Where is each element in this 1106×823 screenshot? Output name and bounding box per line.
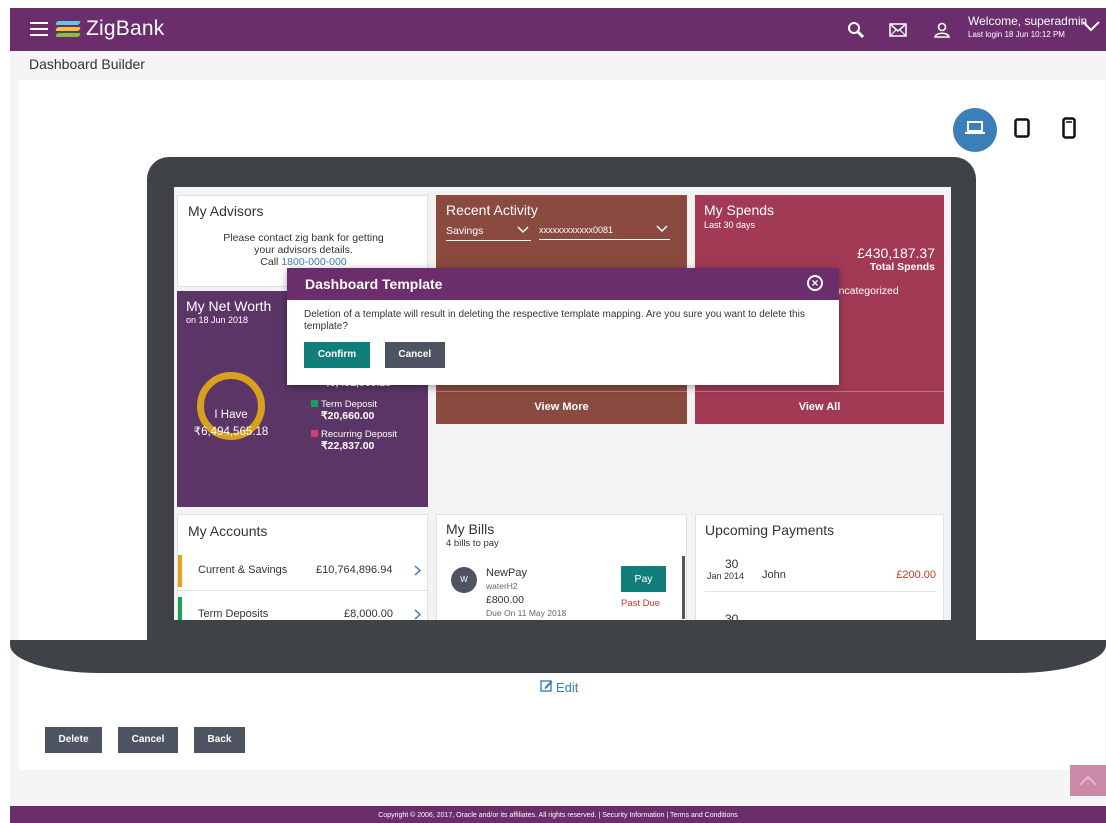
brand-name: ZigBank: [86, 17, 165, 40]
net-worth-item-label: Recurring Deposit: [321, 429, 398, 440]
bills-title: My Bills: [446, 521, 495, 537]
advisors-line2: your advisors details.: [254, 244, 353, 256]
advisors-line1: Please contact zig bank for getting: [223, 232, 384, 244]
cancel-button[interactable]: Cancel: [118, 727, 178, 753]
delete-button[interactable]: Delete: [45, 727, 102, 753]
net-worth-item-value: ₹20,660.00: [321, 409, 375, 422]
chevron-down-icon: [656, 225, 668, 235]
bills-scrollbar[interactable]: [682, 556, 685, 619]
recent-activity-title: Recent Activity: [446, 202, 538, 218]
tablet-view-button[interactable]: [1000, 108, 1044, 152]
footer: Copyright © 2006, 2017, Oracle and/or it…: [10, 806, 1106, 823]
mobile-view-button[interactable]: [1047, 108, 1091, 152]
back-button[interactable]: Back: [194, 727, 245, 753]
desktop-view-button[interactable]: [953, 108, 997, 152]
dialog-body: Deletion of a template will result in de…: [287, 300, 839, 377]
view-more-link[interactable]: View More: [436, 401, 687, 413]
mobile-icon: [1062, 116, 1076, 144]
spends-title: My Spends: [704, 202, 775, 218]
account-row-value: £8,000.00: [344, 608, 393, 620]
dashboard-preview-screen: My Advisors Please contact zig bank for …: [174, 187, 951, 620]
payment-row[interactable]: 30 Jan 2014 John £200.00: [696, 557, 943, 600]
welcome-text: Welcome, superadmin: [968, 14, 1088, 28]
user-icon[interactable]: [930, 18, 954, 42]
edit-label: Edit: [556, 679, 579, 695]
payment-amount: £200.00: [896, 569, 936, 581]
page-title: Dashboard Builder: [29, 56, 145, 72]
account-number-value: xxxxxxxxxxxx0081: [539, 225, 614, 235]
payment-month-year: Jan 2014: [707, 571, 745, 581]
chevron-up-icon: [1079, 774, 1097, 792]
payment-day: 30: [725, 557, 739, 571]
brand[interactable]: ZigBank: [54, 17, 165, 41]
upcoming-payments-widget: Upcoming Payments 30 Jan 2014 John £200.…: [695, 514, 944, 620]
bill-amount: £800.00: [486, 594, 524, 606]
spends-category: Uncategorized: [831, 285, 899, 297]
edit-icon: [540, 679, 553, 695]
search-icon[interactable]: [844, 18, 868, 42]
mail-icon[interactable]: [886, 18, 910, 42]
last-login-text: Last login 18 Jun 10:12 PM: [968, 30, 1065, 39]
accounts-title: My Accounts: [188, 523, 268, 539]
footer-text: Copyright © 2006, 2017, Oracle and/or it…: [378, 812, 738, 819]
net-worth-item: Recurring Deposit ₹22,837.00: [311, 429, 397, 452]
net-worth-item-value: ₹22,837.00: [321, 439, 375, 452]
account-row[interactable]: Term Deposits £8,000.00: [178, 597, 427, 620]
spends-amount: £430,187.37: [857, 245, 935, 261]
chevron-down-icon[interactable]: [1082, 19, 1100, 37]
dialog-header: Dashboard Template ×: [287, 268, 839, 300]
menu-icon[interactable]: [30, 22, 48, 36]
close-icon[interactable]: ×: [807, 275, 823, 291]
bills-subtitle: 4 bills to pay: [446, 538, 499, 549]
bill-status: Past Due: [621, 598, 661, 609]
upcoming-payments-title: Upcoming Payments: [705, 522, 835, 538]
app-header: ZigBank Welcome, superadmin Last login 1…: [10, 8, 1106, 51]
net-worth-item: Term Deposit ₹20,660.00: [311, 399, 377, 422]
chevron-down-icon: [517, 225, 529, 237]
laptop-preview-base: [10, 640, 1106, 673]
account-type-select[interactable]: Savings: [446, 225, 531, 241]
desktop-icon: [965, 120, 985, 140]
chevron-right-icon: [414, 563, 422, 581]
payment-payee: John: [762, 569, 786, 581]
advisors-phone-link[interactable]: 1800-000-000: [281, 256, 346, 268]
account-row-label: Term Deposits: [198, 608, 269, 620]
zigbank-logo-icon: [54, 19, 82, 39]
bill-due-date: Due On 11 May 2018: [486, 608, 567, 618]
edit-link[interactable]: Edit: [540, 679, 578, 695]
chevron-right-icon: [414, 607, 422, 620]
tablet-icon: [1014, 117, 1030, 143]
dialog-message: Deletion of a template will result in de…: [304, 309, 805, 332]
advisors-title: My Advisors: [188, 203, 264, 219]
spends-amount-label: Total Spends: [869, 261, 935, 273]
net-worth-center-label: I Have: [214, 409, 248, 421]
dialog-cancel-button[interactable]: Cancel: [384, 342, 445, 368]
view-all-link[interactable]: View All: [695, 401, 944, 413]
net-worth-date: on 18 Jun 2018: [186, 315, 249, 325]
spends-period: Last 30 days: [704, 220, 756, 230]
biller-avatar: W: [451, 567, 477, 593]
bills-widget: My Bills 4 bills to pay W NewPay waterH2…: [436, 514, 687, 620]
pay-button[interactable]: Pay: [621, 566, 666, 592]
account-number-select[interactable]: xxxxxxxxxxxx0081: [539, 225, 670, 240]
dashboard-template-dialog: Dashboard Template × Deletion of a templ…: [287, 268, 839, 385]
net-worth-center-value: ₹6,494,565.18: [193, 426, 269, 438]
account-row[interactable]: Current & Savings £10,764,896.94: [178, 555, 427, 591]
welcome-block[interactable]: Welcome, superadmin Last login 18 Jun 10…: [968, 15, 1087, 41]
bill-payee: NewPay: [486, 567, 527, 579]
advisors-call-label: Call: [260, 256, 282, 268]
accounts-widget: My Accounts Current & Savings £10,764,89…: [177, 514, 428, 620]
account-row-label: Current & Savings: [198, 564, 288, 576]
payment-day: 30: [725, 612, 739, 620]
net-worth-title: My Net Worth: [186, 298, 272, 314]
account-type-value: Savings: [446, 225, 484, 237]
confirm-button[interactable]: Confirm: [304, 342, 370, 368]
dialog-title: Dashboard Template: [305, 276, 443, 292]
account-row-value: £10,764,896.94: [316, 564, 393, 576]
scroll-to-top-button[interactable]: [1070, 765, 1106, 796]
bill-biller: waterH2: [486, 581, 518, 591]
net-worth-item-label: Term Deposit: [321, 399, 377, 410]
